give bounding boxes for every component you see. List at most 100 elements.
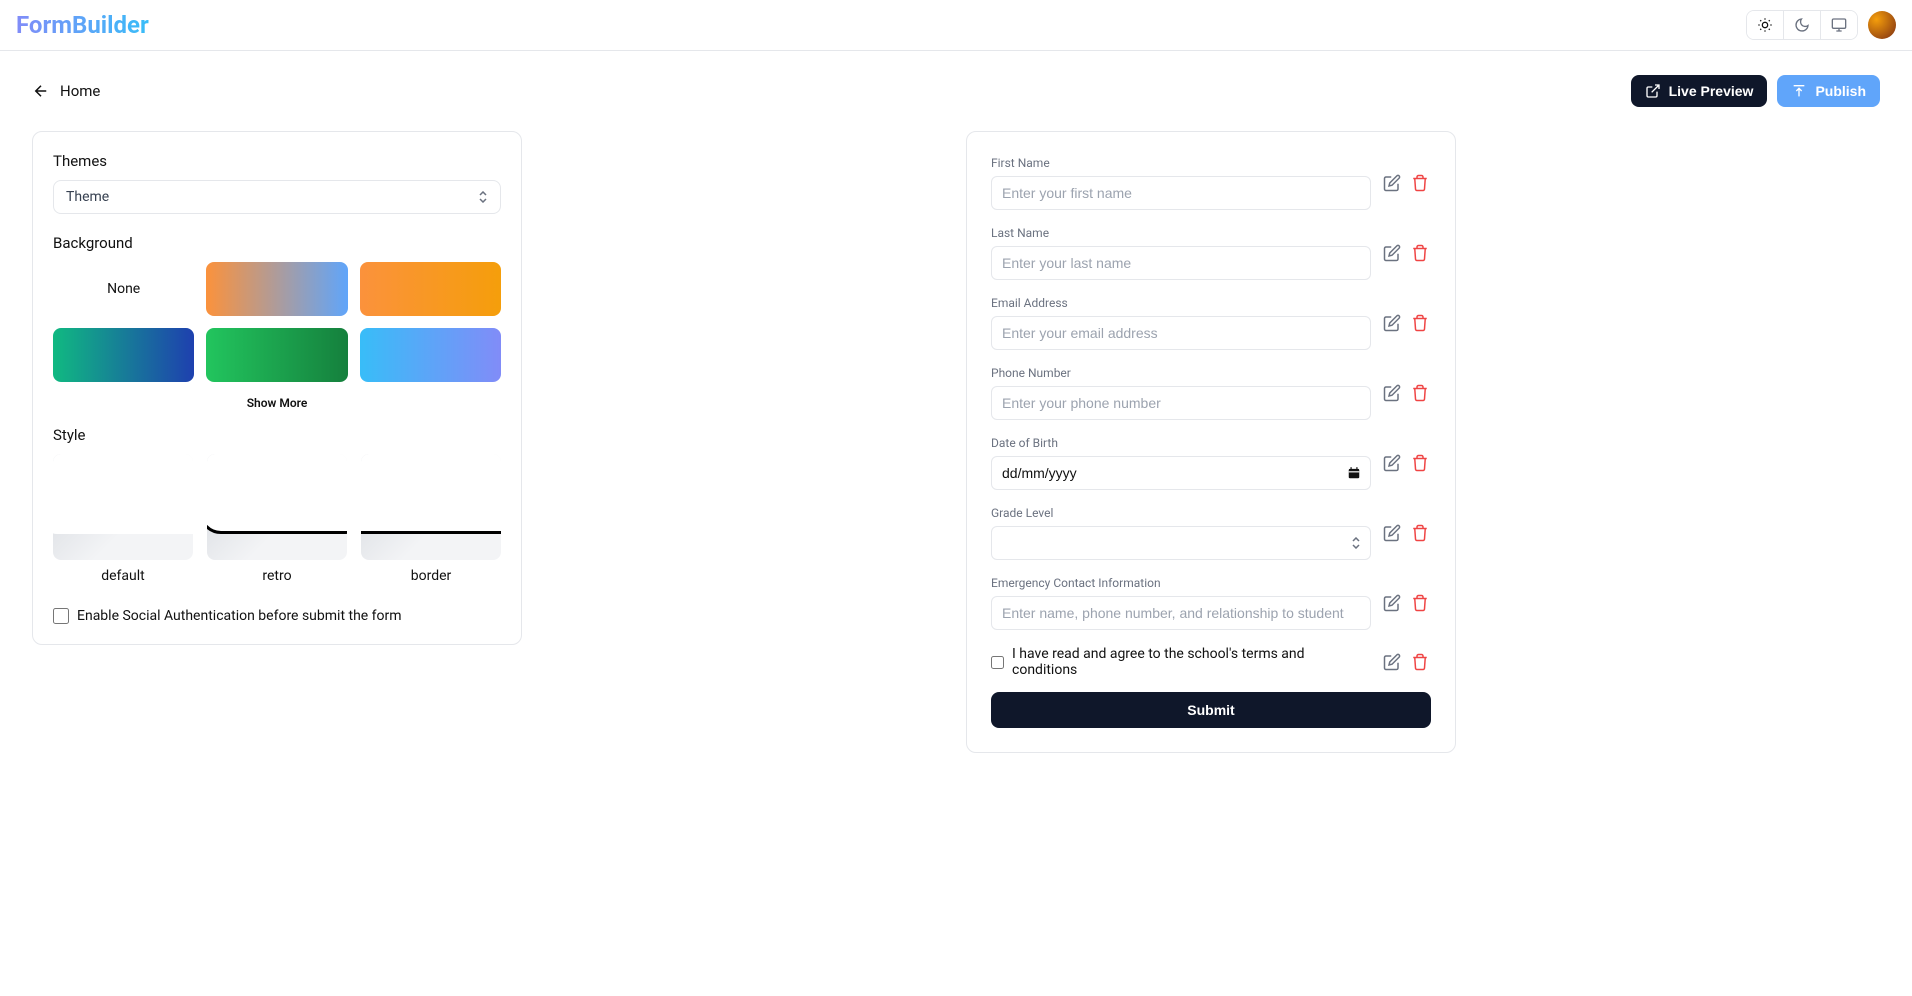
field-label: Emergency Contact Information [991, 576, 1371, 590]
page: Home Live Preview Publish Themes Theme [0, 51, 1912, 777]
field-input[interactable] [991, 386, 1371, 420]
field-actions [1381, 651, 1431, 673]
field-select[interactable] [991, 526, 1371, 560]
bg-swatch-none[interactable]: None [53, 262, 194, 316]
publish-button[interactable]: Publish [1777, 75, 1880, 107]
edit-icon [1383, 454, 1401, 472]
style-name: default [53, 568, 193, 584]
trash-icon [1411, 384, 1429, 402]
delete-field-button[interactable] [1409, 382, 1431, 404]
style-grid: default retro border [53, 454, 501, 584]
form-field-row: Phone Number [991, 366, 1431, 420]
page-header: Home Live Preview Publish [32, 75, 1880, 107]
edit-icon [1383, 384, 1401, 402]
theme-toggle-group [1746, 10, 1858, 40]
delete-field-button[interactable] [1409, 242, 1431, 264]
form-field-row: Last Name [991, 226, 1431, 280]
header-buttons: Live Preview Publish [1631, 75, 1880, 107]
edit-icon [1383, 594, 1401, 612]
field-actions [1381, 382, 1431, 404]
theme-dark-button[interactable] [1783, 11, 1820, 39]
background-label: Background [53, 234, 501, 252]
theme-light-button[interactable] [1747, 11, 1783, 39]
trash-icon [1411, 314, 1429, 332]
field-input[interactable] [991, 176, 1371, 210]
edit-field-button[interactable] [1381, 651, 1403, 673]
back-link[interactable]: Home [32, 82, 100, 100]
bg-swatch-green[interactable] [206, 328, 347, 382]
show-more-button[interactable]: Show More [53, 390, 501, 426]
field-label: Date of Birth [991, 436, 1371, 450]
topbar: FormBuilder [0, 0, 1912, 51]
social-auth-label: Enable Social Authentication before subm… [77, 608, 402, 624]
form-field: Grade Level [991, 506, 1371, 560]
delete-field-button[interactable] [1409, 651, 1431, 673]
field-actions [1381, 452, 1431, 474]
trash-icon [1411, 653, 1429, 671]
style-option-retro[interactable]: retro [207, 454, 347, 584]
edit-field-button[interactable] [1381, 452, 1403, 474]
form-field: Date of Birth [991, 436, 1371, 490]
arrow-left-icon [32, 82, 50, 100]
edit-field-button[interactable] [1381, 312, 1403, 334]
terms-label: I have read and agree to the school's te… [1012, 646, 1371, 678]
edit-icon [1383, 244, 1401, 262]
form-field: Last Name [991, 226, 1371, 280]
theme-system-button[interactable] [1820, 11, 1857, 39]
style-option-default[interactable]: default [53, 454, 193, 584]
form-preview: First Name Last Name Email Address Phone Nu… [966, 131, 1456, 753]
sun-icon [1757, 17, 1773, 33]
field-actions [1381, 172, 1431, 194]
style-name: retro [207, 568, 347, 584]
bg-swatch-orange-amber[interactable] [360, 262, 501, 316]
style-thumb [207, 454, 347, 560]
logo[interactable]: FormBuilder [16, 11, 149, 39]
delete-field-button[interactable] [1409, 312, 1431, 334]
edit-field-button[interactable] [1381, 522, 1403, 544]
chevron-updown-icon [478, 191, 488, 203]
edit-field-button[interactable] [1381, 382, 1403, 404]
edit-field-button[interactable] [1381, 592, 1403, 614]
bg-swatch-teal-blue[interactable] [53, 328, 194, 382]
bg-swatch-amber-blue[interactable] [206, 262, 347, 316]
design-panel: Themes Theme Background None Show More S… [32, 131, 522, 645]
theme-select[interactable]: Theme [53, 180, 501, 214]
submit-button[interactable]: Submit [991, 692, 1431, 728]
form-field-row: Emergency Contact Information [991, 576, 1431, 630]
trash-icon [1411, 174, 1429, 192]
terms-checkbox-row[interactable]: I have read and agree to the school's te… [991, 646, 1371, 678]
field-actions [1381, 242, 1431, 264]
social-auth-checkbox[interactable] [53, 608, 69, 624]
delete-field-button[interactable] [1409, 592, 1431, 614]
style-thumb [361, 454, 501, 560]
field-input[interactable] [991, 596, 1371, 630]
field-date[interactable] [991, 456, 1371, 490]
terms-checkbox[interactable] [991, 656, 1004, 669]
delete-field-button[interactable] [1409, 452, 1431, 474]
trash-icon [1411, 244, 1429, 262]
form-field-row: First Name [991, 156, 1431, 210]
preview-panel: First Name Last Name Email Address Phone Nu… [542, 131, 1880, 753]
form-field-row: Grade Level [991, 506, 1431, 560]
background-grid: None [53, 262, 501, 382]
field-label: Last Name [991, 226, 1371, 240]
field-actions [1381, 312, 1431, 334]
style-name: border [361, 568, 501, 584]
form-field: Phone Number [991, 366, 1371, 420]
bg-swatch-sky-indigo[interactable] [360, 328, 501, 382]
social-auth-checkbox-row[interactable]: Enable Social Authentication before subm… [53, 608, 501, 624]
style-option-border[interactable]: border [361, 454, 501, 584]
trash-icon [1411, 524, 1429, 542]
form-field: Emergency Contact Information [991, 576, 1371, 630]
field-input[interactable] [991, 246, 1371, 280]
delete-field-button[interactable] [1409, 522, 1431, 544]
field-input[interactable] [991, 316, 1371, 350]
edit-field-button[interactable] [1381, 242, 1403, 264]
avatar[interactable] [1868, 11, 1896, 39]
form-field-row: Email Address [991, 296, 1431, 350]
delete-field-button[interactable] [1409, 172, 1431, 194]
themes-label: Themes [53, 152, 501, 170]
back-label: Home [60, 82, 100, 100]
edit-field-button[interactable] [1381, 172, 1403, 194]
live-preview-button[interactable]: Live Preview [1631, 75, 1768, 107]
